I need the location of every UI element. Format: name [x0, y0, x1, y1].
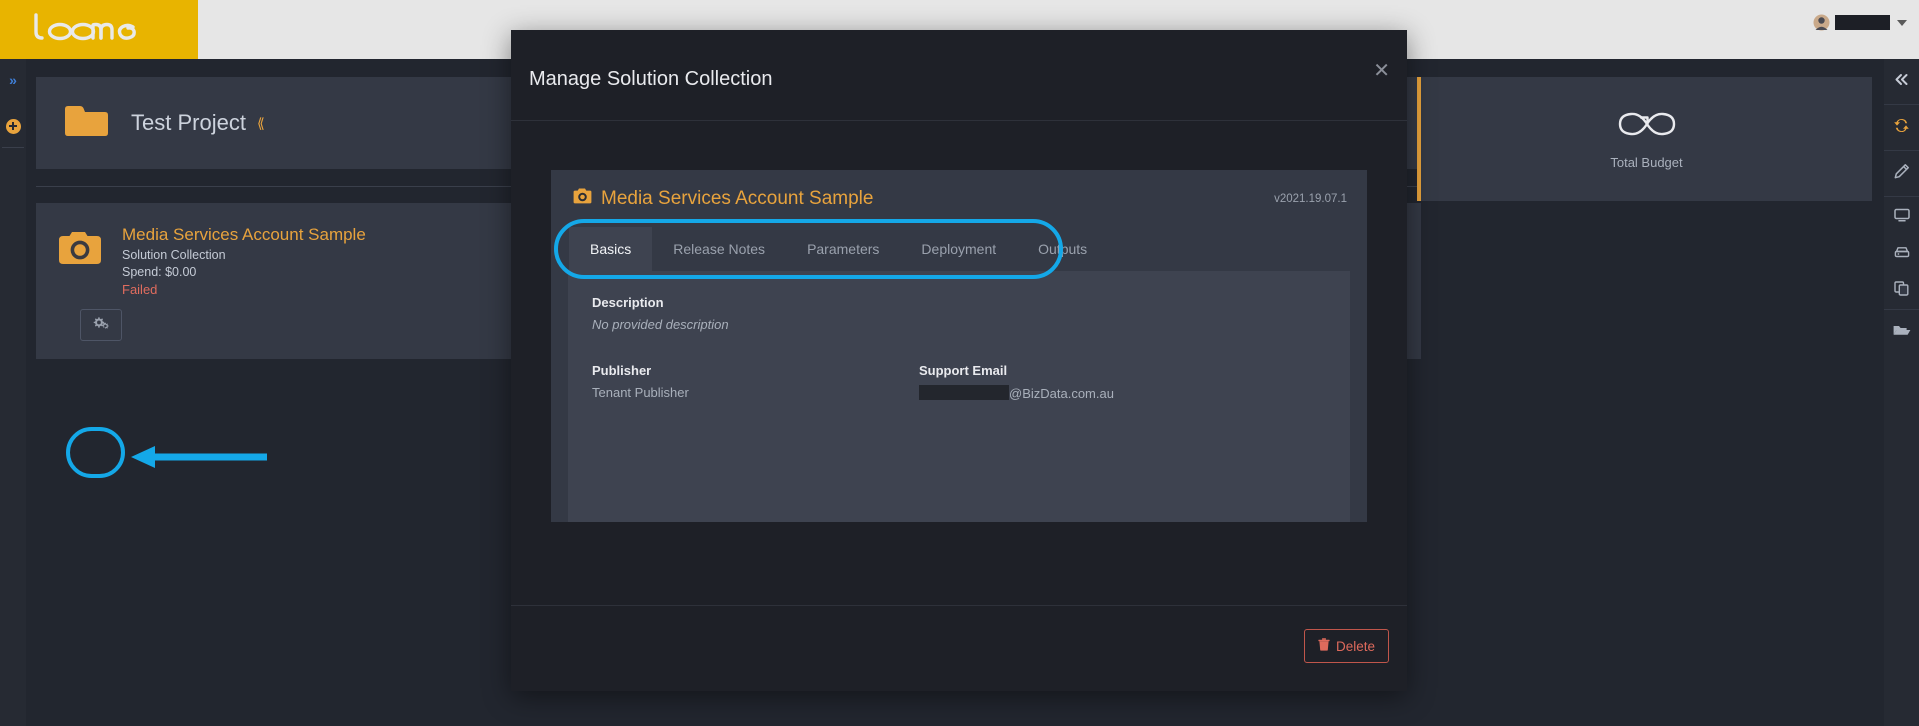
brand-logo[interactable]: [0, 0, 198, 59]
pencil-icon: [1893, 163, 1910, 185]
left-icon-rail: »: [0, 59, 26, 726]
modal-footer: Delete: [511, 605, 1407, 690]
support-email-value: @BizData.com.au: [919, 385, 1246, 401]
open-folder-icon: [1892, 322, 1912, 343]
loome-wordmark-icon: [24, 12, 174, 48]
plus-circle-icon: [5, 118, 21, 134]
solution-detail-title-group: Media Services Account Sample: [573, 187, 873, 210]
camera-icon: [573, 187, 592, 210]
solution-detail-title: Media Services Account Sample: [601, 187, 874, 209]
rail-item-edit[interactable]: [1884, 151, 1919, 196]
description-label: Description: [592, 295, 664, 310]
rail-divider: [2, 147, 24, 148]
annotation-highlight-circle: [66, 427, 125, 478]
project-title: Test Project: [131, 110, 246, 135]
support-email-label: Support Email: [919, 363, 1008, 378]
manage-solution-button[interactable]: [80, 309, 122, 341]
tab-release-notes[interactable]: Release Notes: [652, 227, 786, 271]
field-support-email: Support Email @BizData.com.au: [919, 363, 1246, 401]
right-icon-rail: [1884, 59, 1919, 726]
tab-panel-basics: Description No provided description Publ…: [568, 271, 1350, 522]
rail-item-folder[interactable]: [1884, 310, 1919, 355]
sidebar-item-expand-panel[interactable]: »: [0, 63, 26, 97]
server-icon: [1893, 245, 1911, 265]
field-row-publisher-support: Publisher Tenant Publisher Support Email…: [592, 363, 1326, 401]
solution-card-text: Media Services Account Sample Solution C…: [122, 225, 366, 297]
solution-title[interactable]: Media Services Account Sample: [122, 225, 366, 245]
user-avatar-icon: [1813, 14, 1830, 31]
monitor-icon: [1893, 207, 1911, 228]
chevron-down-icon: [1897, 19, 1907, 26]
rail-item-collapse-panel[interactable]: [1884, 59, 1919, 104]
trash-icon: [1318, 638, 1330, 654]
field-description: Description No provided description: [592, 295, 1326, 332]
modal-body: Media Services Account Sample v2021.19.0…: [511, 121, 1407, 605]
support-email-domain: @BizData.com.au: [1009, 386, 1114, 401]
rail-item-refresh[interactable]: [1884, 105, 1919, 150]
manage-solution-collection-modal: Manage Solution Collection ✕ Media Servi…: [511, 30, 1407, 691]
solution-subtitle: Solution Collection: [122, 248, 226, 262]
modal-title: Manage Solution Collection: [529, 68, 773, 90]
solution-detail-card: Media Services Account Sample v2021.19.0…: [551, 170, 1367, 522]
tab-basics[interactable]: Basics: [569, 227, 653, 271]
solution-detail-header: Media Services Account Sample v2021.19.0…: [551, 170, 1367, 227]
publisher-value: Tenant Publisher: [592, 385, 689, 400]
support-email-redacted: [919, 385, 1009, 400]
sidebar-item-add-new[interactable]: [0, 109, 26, 143]
user-menu[interactable]: [1813, 14, 1907, 31]
camera-icon: [58, 229, 102, 297]
solution-version: v2021.19.07.1: [1274, 192, 1347, 205]
close-icon[interactable]: ✕: [1373, 61, 1390, 81]
rail-item-monitor[interactable]: [1884, 197, 1919, 237]
tab-outputs[interactable]: Outputs: [1017, 227, 1108, 271]
solution-spend: Spend: $0.00: [122, 265, 197, 279]
description-value: No provided description: [592, 317, 729, 332]
delete-button[interactable]: Delete: [1303, 629, 1389, 663]
double-chevron-right-icon: »: [9, 72, 17, 88]
copy-icon: [1893, 280, 1910, 302]
tab-parameters[interactable]: Parameters: [786, 227, 900, 271]
annotation-arrow-icon: [129, 443, 269, 476]
chevron-down-icon[interactable]: ⟪: [257, 116, 265, 130]
budget-column: Total Budget: [1417, 77, 1872, 201]
total-budget-label: Total Budget: [1610, 155, 1683, 170]
publisher-label: Publisher: [592, 363, 652, 378]
infinity-icon: [1614, 108, 1680, 145]
folder-icon: [64, 103, 109, 144]
status-badge: Failed: [122, 282, 158, 297]
cogs-icon: [93, 316, 110, 334]
field-publisher: Publisher Tenant Publisher: [592, 363, 919, 401]
refresh-icon: [1893, 117, 1910, 139]
rail-item-server[interactable]: [1884, 237, 1919, 273]
user-name-redacted: [1835, 15, 1890, 30]
tab-bar: Basics Release Notes Parameters Deployme…: [551, 219, 1367, 279]
rail-item-copy[interactable]: [1884, 273, 1919, 309]
app-root: » Test Project ⟪ Media Services Account …: [0, 0, 1919, 726]
tab-deployment[interactable]: Deployment: [900, 227, 1017, 271]
double-chevron-left-icon: [1894, 73, 1909, 91]
modal-header: Manage Solution Collection ✕: [511, 30, 1407, 121]
total-budget-card: Total Budget: [1417, 77, 1872, 201]
delete-button-label: Delete: [1335, 638, 1375, 654]
